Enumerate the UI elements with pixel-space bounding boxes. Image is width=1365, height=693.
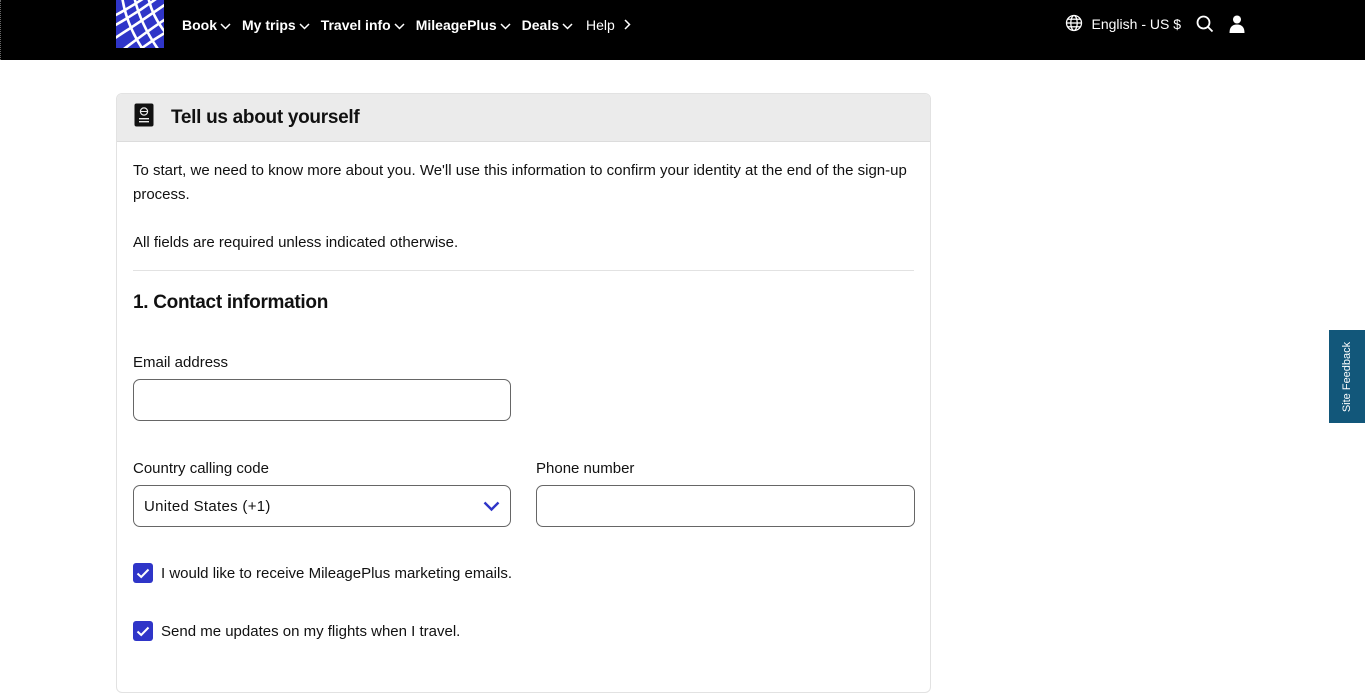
chevron-down-icon	[394, 17, 405, 33]
top-navigation-bar: Book My trips Travel info MileagePlus De…	[0, 0, 1365, 60]
email-input[interactable]	[133, 379, 511, 421]
chevron-down-icon	[500, 17, 511, 33]
about-yourself-card: Tell us about yourself To start, we need…	[116, 93, 931, 693]
required-note: All fields are required unless indicated…	[133, 234, 459, 251]
search-icon[interactable]	[1196, 15, 1214, 33]
main-nav: Book My trips Travel info MileagePlus De…	[182, 0, 642, 50]
checkmark-icon	[136, 626, 150, 636]
site-feedback-label: Site Feedback	[1341, 341, 1353, 412]
nav-travel-info-label: Travel info	[320, 17, 391, 33]
card-header: Tell us about yourself	[117, 94, 930, 142]
nav-mileageplus[interactable]: MileagePlus	[416, 17, 511, 33]
nav-travel-info[interactable]: Travel info	[321, 17, 405, 33]
nav-my-trips-label: My trips	[242, 17, 296, 33]
checkmark-icon	[136, 568, 150, 578]
card-title: Tell us about yourself	[171, 106, 360, 128]
language-label: English - US $	[1091, 16, 1181, 32]
marketing-emails-checkbox-row[interactable]: I would like to receive MileagePlus mark…	[133, 563, 512, 583]
phone-label: Phone number	[536, 460, 635, 477]
nav-help-label: Help	[586, 17, 615, 33]
passport-icon	[134, 103, 154, 132]
nav-help[interactable]: Help	[586, 17, 631, 33]
nav-deals[interactable]: Deals	[522, 17, 573, 33]
section-title: 1. Contact information	[133, 292, 329, 313]
nav-deals-label: Deals	[521, 17, 559, 33]
nav-mileageplus-label: MileagePlus	[415, 17, 497, 33]
chevron-down-icon	[220, 17, 231, 33]
country-code-value: United States (+1)	[144, 497, 271, 515]
marketing-emails-label: I would like to receive MileagePlus mark…	[161, 564, 512, 582]
globe-logo-icon[interactable]	[116, 0, 164, 48]
nav-book-label: Book	[182, 17, 217, 33]
globe-icon	[1065, 14, 1083, 35]
intro-text: To start, we need to know more about you…	[133, 162, 907, 203]
marketing-emails-checkbox[interactable]	[133, 563, 153, 583]
user-icon[interactable]	[1229, 15, 1245, 33]
country-code-select[interactable]: United States (+1)	[133, 485, 511, 527]
chevron-down-icon	[562, 17, 573, 33]
chevron-down-icon	[483, 499, 500, 516]
chevron-right-icon	[624, 17, 631, 33]
site-feedback-tab[interactable]: Site Feedback	[1329, 330, 1365, 423]
header-tools: English - US $	[1065, 10, 1245, 38]
country-code-label: Country calling code	[133, 460, 269, 477]
chevron-down-icon	[299, 17, 310, 33]
flight-updates-label: Send me updates on my flights when I tra…	[161, 622, 461, 640]
nav-my-trips[interactable]: My trips	[242, 17, 310, 33]
flight-updates-checkbox-row[interactable]: Send me updates on my flights when I tra…	[133, 621, 460, 641]
email-label: Email address	[133, 354, 229, 371]
divider	[133, 270, 914, 271]
nav-book[interactable]: Book	[182, 17, 231, 33]
language-selector[interactable]: English - US $	[1065, 14, 1181, 35]
phone-input[interactable]	[536, 485, 915, 527]
flight-updates-checkbox[interactable]	[133, 621, 153, 641]
